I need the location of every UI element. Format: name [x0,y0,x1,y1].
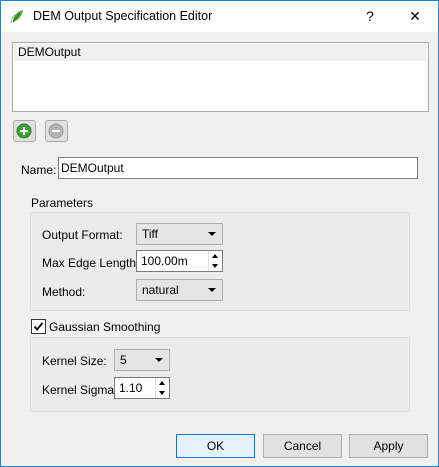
method-value: natural [142,283,179,297]
name-input[interactable]: DEMOutput [58,157,418,179]
method-label: Method: [42,285,86,299]
ok-button[interactable]: OK [176,434,255,458]
arrow-up-icon [159,381,165,385]
arrow-up-icon [212,254,218,258]
chevron-down-icon [208,288,216,292]
method-select[interactable]: natural [136,279,223,301]
output-format-label: Output Format: [42,228,123,242]
kernel-size-label: Kernel Size: [42,354,107,368]
checkmark-icon [33,322,44,331]
app-leaf-icon [10,8,26,24]
kernel-sigma-value: 1.10 [119,381,143,395]
parameters-label: Parameters [31,196,94,210]
help-button[interactable]: ? [347,1,393,32]
arrow-down-icon [159,391,165,395]
max-edge-length-label: Max Edge Length: [42,256,140,270]
smoothing-group: Kernel Size: 5 Kernel Sigma: 1.10 [30,337,410,412]
output-list[interactable]: DEMOutput [12,42,429,112]
minus-gray-icon [48,123,64,139]
spin-arrows [208,251,222,271]
spin-down-button[interactable] [156,388,169,398]
arrow-down-icon [212,264,218,268]
name-label: Name: [21,163,57,177]
max-edge-length-value: 100.00m [141,254,188,268]
kernel-sigma-label: Kernel Sigma: [42,383,118,397]
spin-up-button[interactable] [209,251,222,261]
spin-up-button[interactable] [156,378,169,388]
dialog-window: DEM Output Specification Editor ? ✕ DEMO… [0,0,439,467]
list-item-label: DEMOutput [18,45,81,59]
cancel-button[interactable]: Cancel [263,434,342,458]
gaussian-smoothing-checkbox[interactable] [31,319,46,334]
gaussian-smoothing-label[interactable]: Gaussian Smoothing [49,320,160,334]
spin-arrows [155,378,169,398]
parameters-group: Output Format: Tiff Max Edge Length: 100… [30,212,410,311]
spin-down-button[interactable] [209,261,222,271]
output-format-select[interactable]: Tiff [136,223,223,245]
chevron-down-icon [155,358,163,362]
title-bar: DEM Output Specification Editor ? ✕ [1,1,438,32]
output-format-value: Tiff [142,227,159,241]
chevron-down-icon [208,232,216,236]
close-button[interactable]: ✕ [392,1,438,32]
list-item[interactable]: DEMOutput [14,44,427,61]
kernel-size-select[interactable]: 5 [114,349,170,371]
remove-output-button[interactable] [45,120,68,142]
apply-button[interactable]: Apply [349,434,428,458]
window-title: DEM Output Specification Editor [33,9,213,23]
max-edge-length-spinbox[interactable]: 100.00m [136,250,223,272]
kernel-sigma-spinbox[interactable]: 1.10 [114,377,170,399]
name-input-value: DEMOutput [61,161,124,175]
kernel-size-value: 5 [120,353,127,367]
plus-green-icon [16,123,32,139]
add-output-button[interactable] [13,120,36,142]
